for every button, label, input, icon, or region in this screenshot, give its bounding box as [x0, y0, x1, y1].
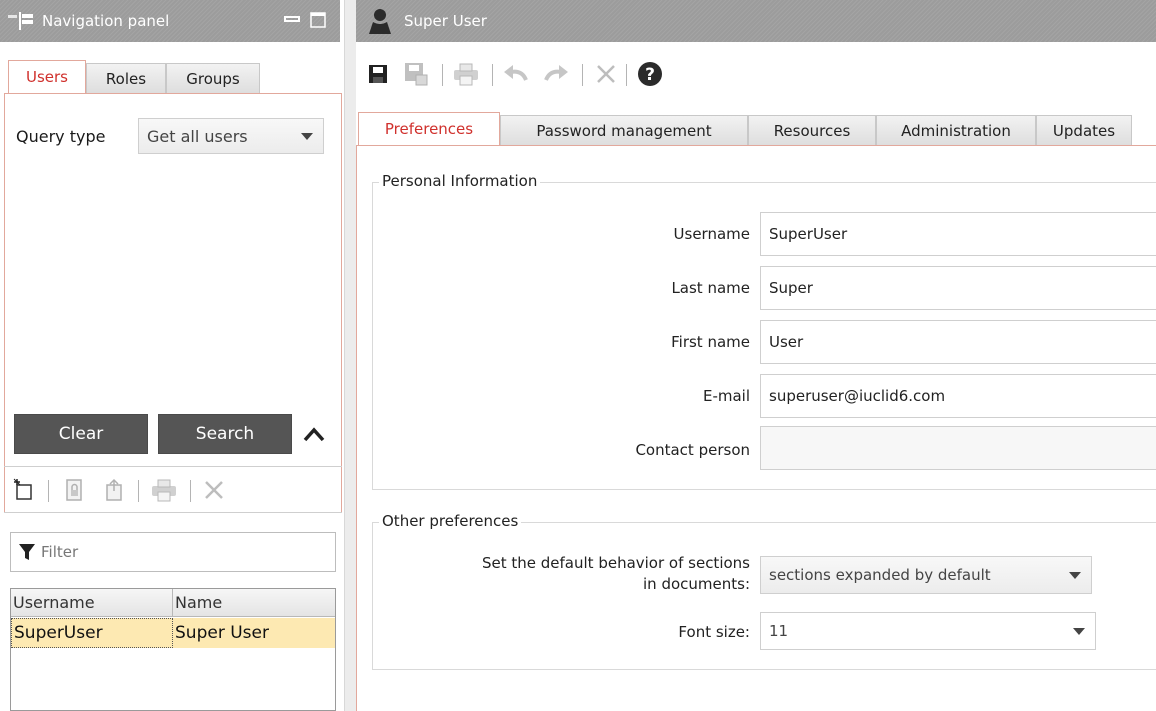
chevron-down-icon — [1073, 628, 1085, 635]
delete-icon[interactable] — [200, 476, 228, 504]
sections-behavior-label: Set the default behavior of sections in … — [380, 553, 750, 595]
import-document-icon[interactable] — [100, 476, 128, 504]
username-field[interactable]: SuperUser — [760, 212, 1156, 256]
tab-resources-label: Resources — [773, 121, 851, 140]
tab-groups[interactable]: Groups — [166, 63, 260, 93]
minimize-icon[interactable] — [284, 12, 300, 28]
maximize-icon[interactable] — [310, 12, 326, 28]
panel-splitter[interactable] — [344, 0, 356, 711]
save-and-close-icon[interactable] — [402, 60, 430, 88]
print-icon[interactable] — [452, 60, 480, 88]
chevron-down-icon — [1069, 572, 1081, 579]
query-type-label: Query type — [16, 127, 106, 146]
sections-behavior-select[interactable]: sections expanded by default — [760, 556, 1092, 594]
navigation-panel-icon — [8, 11, 34, 31]
first-name-value: User — [769, 333, 804, 351]
contact-person-field[interactable] — [760, 426, 1156, 470]
sections-behavior-label-line1: Set the default behavior of sections — [481, 554, 750, 572]
tab-groups-label: Groups — [186, 69, 240, 88]
divider — [4, 466, 342, 467]
lock-document-icon[interactable] — [60, 476, 88, 504]
toolbar-separator — [190, 480, 191, 502]
tab-preferences-label: Preferences — [384, 120, 474, 138]
query-type-value: Get all users — [147, 126, 248, 146]
email-value: superuser@iuclid6.com — [769, 387, 946, 405]
svg-text:?: ? — [645, 65, 655, 85]
navigation-panel: Users Roles Groups Query type Get all us… — [0, 42, 344, 711]
filter-input[interactable]: Filter — [10, 532, 336, 572]
toolbar-separator — [492, 64, 493, 86]
last-name-field[interactable]: Super — [760, 266, 1156, 310]
tab-roles-label: Roles — [105, 69, 147, 88]
email-label: E-mail — [702, 387, 750, 405]
clear-button-label: Clear — [58, 424, 104, 444]
tab-administration-label: Administration — [901, 121, 1011, 140]
navigation-panel-title: Navigation panel — [42, 12, 170, 30]
column-header-username[interactable]: Username — [11, 589, 173, 617]
font-size-value: 11 — [769, 622, 789, 640]
save-icon[interactable] — [364, 60, 392, 88]
search-button-label: Search — [195, 424, 255, 444]
delete-icon[interactable] — [592, 60, 620, 88]
navigation-panel-titlebar: Navigation panel — [0, 0, 340, 42]
last-name-value: Super — [769, 279, 813, 297]
tab-updates[interactable]: Updates — [1036, 115, 1132, 145]
redo-icon[interactable] — [542, 60, 570, 88]
document-titlebar: Super User — [356, 0, 1156, 42]
tab-administration[interactable]: Administration — [876, 115, 1036, 145]
email-field[interactable]: superuser@iuclid6.com — [760, 374, 1156, 418]
clear-button[interactable]: Clear — [14, 414, 148, 454]
chevron-down-icon — [301, 133, 313, 140]
font-size-label: Font size: — [678, 623, 750, 641]
tab-users-label: Users — [25, 68, 68, 86]
print-icon[interactable] — [150, 476, 178, 504]
divider — [4, 512, 342, 513]
collapse-up-icon[interactable] — [302, 424, 326, 448]
user-icon — [368, 8, 392, 34]
tab-password-management-label: Password management — [536, 121, 712, 140]
table-cell-name-text: Super User — [175, 623, 269, 643]
sections-behavior-label-line2: in documents: — [643, 575, 750, 593]
filter-placeholder: Filter — [41, 543, 79, 561]
tab-resources[interactable]: Resources — [748, 115, 876, 145]
document-title: Super User — [404, 12, 487, 30]
tab-password-management[interactable]: Password management — [500, 115, 748, 145]
table-cell-username[interactable]: SuperUser — [11, 618, 173, 648]
tab-users[interactable]: Users — [8, 60, 86, 93]
tab-updates-label: Updates — [1052, 121, 1116, 140]
table-cell-username-text: SuperUser — [14, 623, 103, 643]
username-value: SuperUser — [769, 225, 848, 243]
column-header-username-label: Username — [13, 593, 95, 612]
help-icon[interactable]: ? — [636, 60, 664, 88]
toolbar-separator — [626, 64, 627, 86]
toolbar-separator — [442, 64, 443, 86]
tab-roles[interactable]: Roles — [86, 63, 166, 93]
main-panel: ? Preferences Password management Resour… — [356, 42, 1156, 711]
query-type-select[interactable]: Get all users — [138, 118, 324, 154]
username-label: Username — [673, 225, 750, 243]
table-cell-name[interactable]: Super User — [173, 618, 335, 648]
contact-person-label: Contact person — [635, 441, 750, 459]
sections-behavior-value: sections expanded by default — [769, 566, 991, 584]
new-item-icon[interactable] — [10, 476, 38, 504]
toolbar-separator — [582, 64, 583, 86]
personal-information-legend: Personal Information — [379, 172, 541, 190]
first-name-label: First name — [671, 333, 750, 351]
font-size-select[interactable]: 11 — [760, 612, 1096, 650]
first-name-field[interactable]: User — [760, 320, 1156, 364]
toolbar-separator — [48, 480, 49, 502]
tab-preferences[interactable]: Preferences — [358, 112, 500, 145]
users-table: Username Name SuperUser Super User — [10, 588, 336, 711]
column-header-name[interactable]: Name — [173, 589, 335, 617]
last-name-label: Last name — [671, 279, 750, 297]
toolbar-separator — [138, 480, 139, 502]
column-header-name-label: Name — [175, 593, 223, 612]
search-button[interactable]: Search — [158, 414, 292, 454]
other-preferences-legend: Other preferences — [379, 512, 522, 530]
undo-icon[interactable] — [502, 60, 530, 88]
filter-icon — [19, 543, 35, 561]
